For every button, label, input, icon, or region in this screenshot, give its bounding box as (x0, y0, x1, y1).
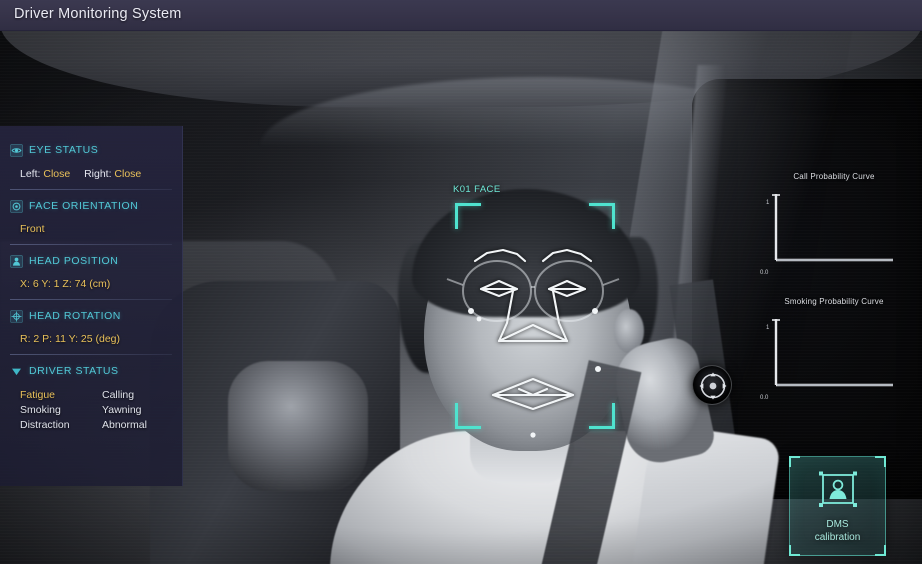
section-face-orientation: FACE ORIENTATION Front (0, 196, 182, 235)
face-box-label: K01 FACE (453, 184, 501, 195)
status-distraction: Distraction (20, 419, 70, 431)
dms-corner-br (875, 545, 886, 556)
eye-icon (10, 143, 23, 157)
status-calling: Calling (102, 389, 135, 401)
chart-ytick-min: 0.0 (760, 395, 769, 401)
dms-calibration-label: DMS calibration (814, 519, 861, 543)
chart-title: Smoking Probability Curve (784, 297, 884, 306)
camera-video-feed[interactable]: K01 FACE Call Probability Curve 1 0.0 Sm… (0, 31, 922, 564)
rotation-icon (10, 309, 23, 323)
dms-corner-tl (789, 456, 800, 467)
section-driver-status: DRIVER STATUS Fatigue Calling Smoking Ya… (0, 361, 182, 431)
face-landmark-mesh (446, 248, 620, 438)
pan-move-icon (699, 372, 727, 400)
panel-divider (10, 354, 172, 355)
chart-ytick-max: 1 (766, 200, 770, 206)
section-title: HEAD POSITION (29, 255, 119, 267)
status-smoking: Smoking (20, 404, 61, 416)
chart-plot-area: 1 0.0 (760, 186, 908, 278)
face-detection-box[interactable]: K01 FACE (446, 184, 620, 438)
dms-app-window: Driver Monitoring System K01 FACE Call P… (0, 0, 922, 564)
title-bar: Driver Monitoring System (0, 0, 922, 31)
face-target-icon (10, 199, 23, 213)
person-icon (10, 254, 23, 268)
dms-calibration-button[interactable]: DMS calibration (789, 456, 886, 556)
chart-ytick-max: 1 (766, 325, 770, 331)
smoking-probability-chart: Smoking Probability Curve 1 0.0 (760, 297, 908, 403)
panel-divider (10, 189, 172, 190)
right-eye-label: Right: (84, 168, 112, 180)
head-rotation-value: R: 2 P: 11 Y: 25 (deg) (20, 333, 121, 345)
panel-divider (10, 299, 172, 300)
panel-divider (10, 244, 172, 245)
section-head-rotation: HEAD ROTATION R: 2 P: 11 Y: 25 (deg) (0, 306, 182, 345)
pan-move-control[interactable] (692, 365, 732, 405)
dms-corner-bl (789, 545, 800, 556)
eye-status-values: Left: Close Right: Close (20, 168, 172, 180)
chart-plot-area: 1 0.0 (760, 311, 908, 403)
status-yawning: Yawning (102, 404, 142, 416)
left-eye-value: Close (43, 168, 71, 180)
driver-status-grid: Fatigue Calling Smoking Yawning Distract… (20, 389, 172, 431)
section-title: HEAD ROTATION (29, 310, 121, 322)
section-title: EYE STATUS (29, 144, 99, 156)
head-position-value: X: 6 Y: 1 Z: 74 (cm) (20, 278, 111, 290)
status-fatigue: Fatigue (20, 389, 56, 401)
section-title: DRIVER STATUS (29, 365, 119, 377)
chart-title: Call Probability Curve (793, 172, 875, 181)
person-in-frame-icon (818, 471, 857, 507)
app-title: Driver Monitoring System (14, 6, 182, 22)
seat-headrest (228, 361, 368, 491)
chart-axes-2 (772, 319, 893, 387)
section-head-position: HEAD POSITION X: 6 Y: 1 Z: 74 (cm) (0, 251, 182, 290)
chevron-down-icon (12, 368, 21, 375)
left-eye-label: Left: (20, 168, 41, 180)
face-orientation-value: Front (20, 223, 45, 235)
driver-info-panel: EYE STATUS Left: Close Right: Close FACE… (0, 126, 183, 486)
chart-axes-1 (772, 194, 893, 262)
section-title: FACE ORIENTATION (29, 200, 139, 212)
dms-corner-tr (875, 456, 886, 467)
status-abnormal: Abnormal (102, 419, 147, 431)
right-eye-value: Close (114, 168, 142, 180)
section-eye-status: EYE STATUS Left: Close Right: Close (0, 140, 182, 180)
call-probability-chart: Call Probability Curve 1 0.0 (760, 172, 908, 278)
chart-ytick-min: 0.0 (760, 270, 769, 276)
